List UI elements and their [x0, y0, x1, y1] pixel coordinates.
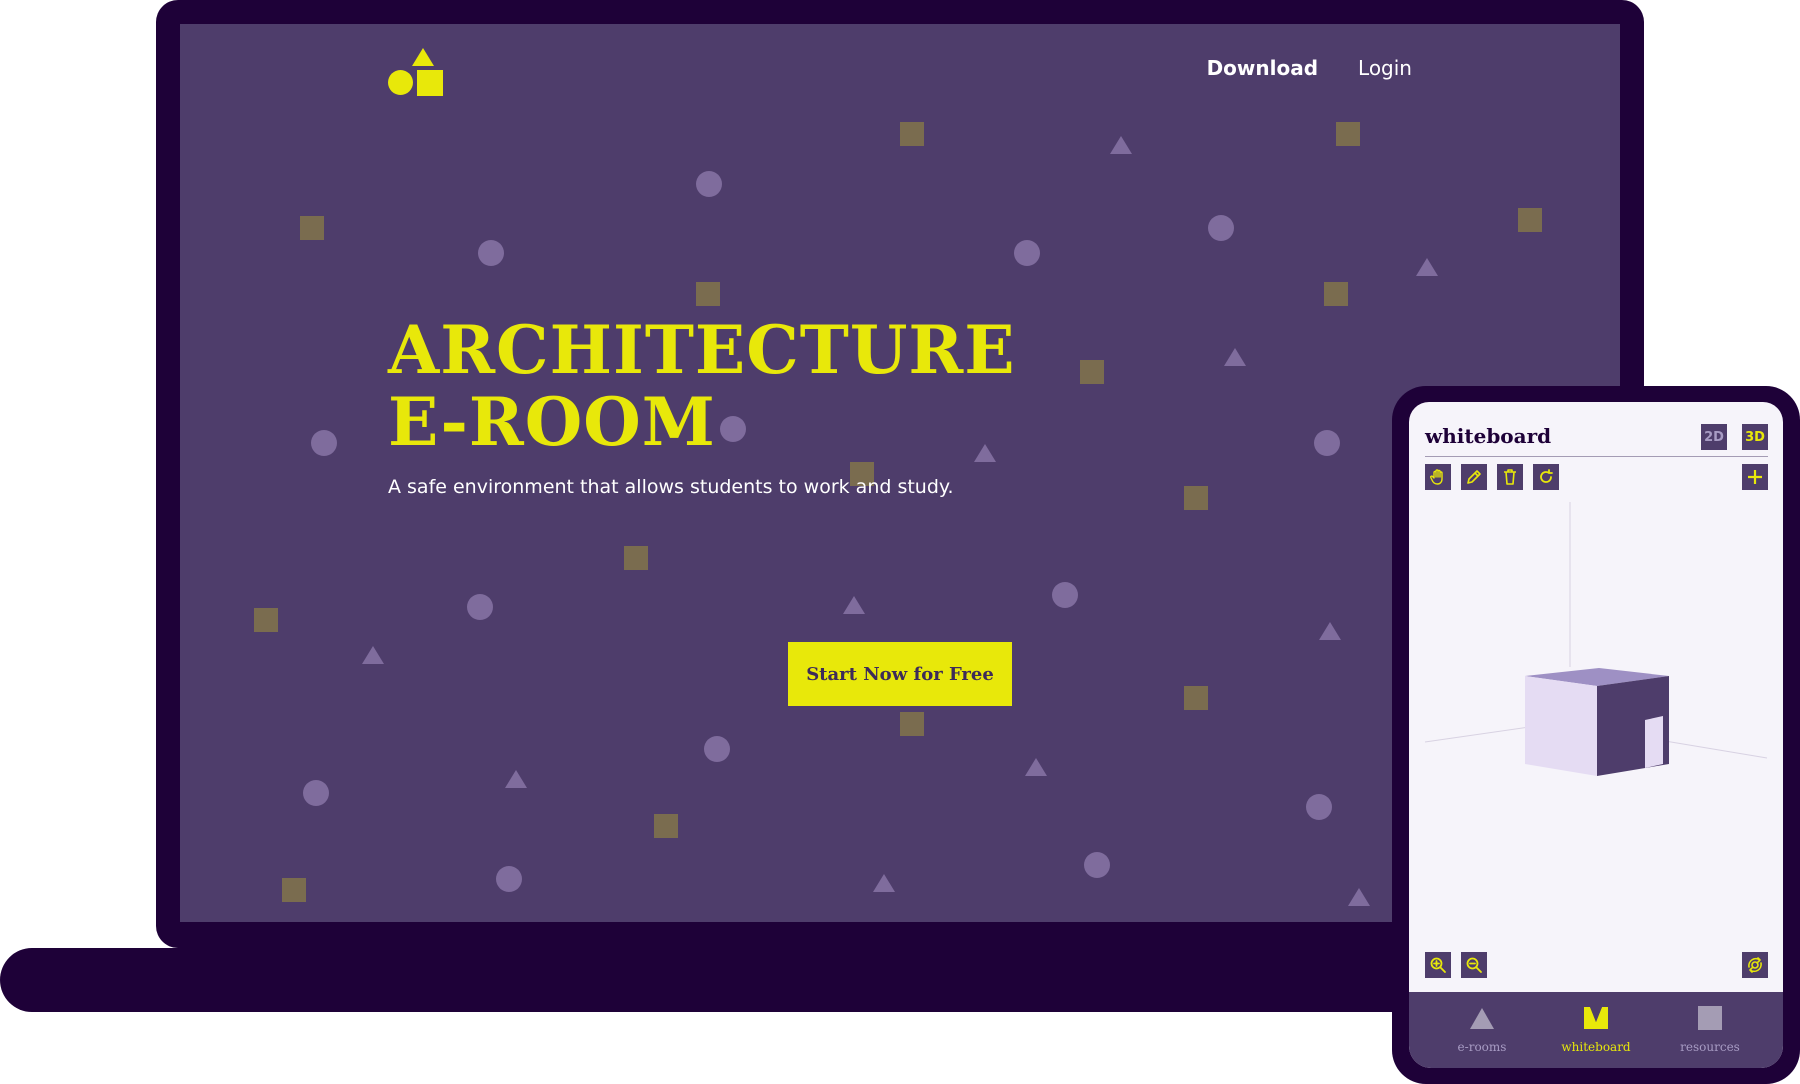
tab-label: resources	[1680, 1040, 1740, 1054]
tab-label: whiteboard	[1561, 1040, 1631, 1054]
laptop-base	[0, 948, 1500, 1012]
decor-square	[1184, 486, 1208, 510]
decor-square	[696, 282, 720, 306]
decor-square	[1184, 686, 1208, 710]
decor-circle	[1208, 215, 1234, 241]
axis-z	[1658, 739, 1768, 759]
decor-triangle	[1319, 622, 1341, 640]
top-nav: Download Login	[1207, 56, 1412, 80]
decor-triangle	[1348, 888, 1370, 906]
add-tool-button[interactable]	[1742, 464, 1768, 490]
zoom-in-button[interactable]	[1425, 952, 1451, 978]
decor-circle	[696, 171, 722, 197]
decor-circle	[1314, 430, 1340, 456]
tab-whiteboard[interactable]: whiteboard	[1546, 992, 1646, 1068]
mode-3d-button[interactable]: 3D	[1742, 424, 1768, 450]
start-now-button[interactable]: Start Now for Free	[788, 642, 1012, 706]
decor-square	[1518, 208, 1542, 232]
decor-circle	[1014, 240, 1040, 266]
decor-square	[1336, 122, 1360, 146]
download-link[interactable]: Download	[1207, 56, 1318, 80]
hero-subtitle: A safe environment that allows students …	[388, 476, 954, 498]
logo-triangle	[412, 48, 434, 66]
hand-tool-button[interactable]	[1425, 464, 1451, 490]
decor-square	[1080, 360, 1104, 384]
delete-tool-button[interactable]	[1497, 464, 1523, 490]
decor-circle	[478, 240, 504, 266]
orbit-icon	[1748, 957, 1762, 973]
trash-icon	[1504, 469, 1516, 485]
decor-square	[654, 814, 678, 838]
rotate-tool-button[interactable]	[1533, 464, 1559, 490]
brand-logo-icon[interactable]	[388, 48, 446, 98]
decor-square	[900, 712, 924, 736]
decor-circle	[1084, 852, 1110, 878]
decor-square	[254, 608, 278, 632]
logo-circle	[388, 70, 413, 95]
phone-app-screen: whiteboard 2D 3D e-rooms whiteboard reso…	[1409, 402, 1783, 1068]
decor-triangle	[1416, 258, 1438, 276]
hero-title: ARCHITECTURE E-ROOM	[388, 314, 1016, 458]
bottom-tab-bar: e-rooms whiteboard resources	[1409, 992, 1783, 1068]
app-title: whiteboard	[1425, 424, 1552, 448]
decor-circle	[311, 430, 337, 456]
decor-circle	[467, 594, 493, 620]
cube-door	[1645, 716, 1663, 768]
hero-title-line1: ARCHITECTURE	[388, 311, 1016, 389]
decor-triangle	[1224, 348, 1246, 366]
plus-icon	[1748, 470, 1762, 484]
decor-triangle	[505, 770, 527, 788]
whiteboard-3d-canvas[interactable]	[1409, 502, 1783, 942]
decor-triangle	[1025, 758, 1047, 776]
decor-square	[624, 546, 648, 570]
square-icon	[1698, 1006, 1722, 1030]
tab-resources[interactable]: resources	[1660, 992, 1760, 1068]
login-link[interactable]: Login	[1358, 56, 1412, 80]
easel-icon	[1584, 1007, 1608, 1029]
decor-circle	[1306, 794, 1332, 820]
decor-square	[1324, 282, 1348, 306]
tab-e-rooms[interactable]: e-rooms	[1432, 992, 1532, 1068]
cube-left-face	[1525, 676, 1597, 776]
decor-triangle	[843, 596, 865, 614]
logo-square	[417, 70, 443, 96]
triangle-icon	[1470, 1008, 1494, 1029]
decor-triangle	[1110, 136, 1132, 154]
zoom-out-button[interactable]	[1461, 952, 1487, 978]
zoom-out-icon	[1466, 957, 1482, 973]
hero-title-line2: E-ROOM	[388, 383, 716, 461]
decor-triangle	[362, 646, 384, 664]
orbit-button[interactable]	[1742, 952, 1768, 978]
pencil-icon	[1467, 470, 1481, 484]
decor-circle	[1052, 582, 1078, 608]
tab-label: e-rooms	[1457, 1040, 1507, 1054]
header-divider	[1425, 456, 1768, 457]
zoom-in-icon	[1430, 957, 1446, 973]
axis-x	[1424, 726, 1530, 743]
decor-square	[300, 216, 324, 240]
decor-square	[900, 122, 924, 146]
decor-circle	[704, 736, 730, 762]
rotate-icon	[1540, 469, 1553, 483]
decor-square	[282, 878, 306, 902]
pencil-tool-button[interactable]	[1461, 464, 1487, 490]
3d-scene	[1424, 502, 1768, 776]
decor-circle	[303, 780, 329, 806]
mode-2d-button[interactable]: 2D	[1701, 424, 1727, 450]
decor-circle	[496, 866, 522, 892]
hand-icon	[1430, 469, 1443, 485]
decor-triangle	[873, 874, 895, 892]
